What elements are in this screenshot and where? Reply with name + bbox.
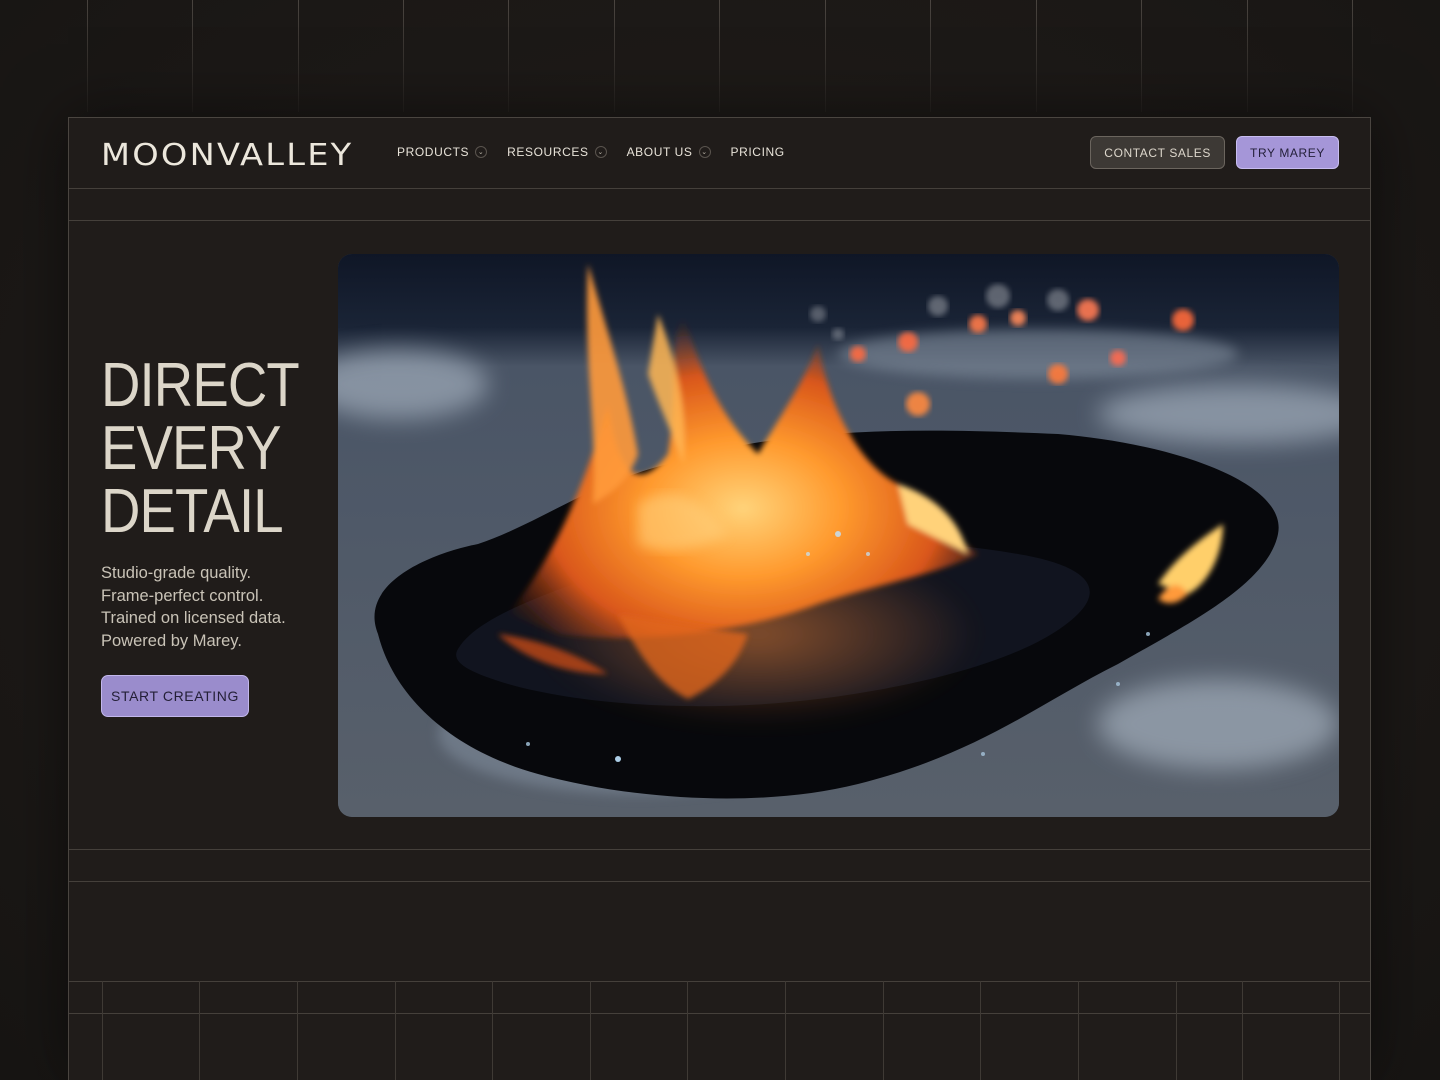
hero-subtitle-line: Powered by Marey. bbox=[101, 631, 242, 650]
nav-item-products[interactable]: PRODUCTS ⌄ bbox=[397, 145, 488, 159]
hero-title: DIRECT EVERY DETAIL bbox=[101, 351, 300, 546]
hero-video[interactable] bbox=[338, 254, 1339, 817]
nav-actions: CONTACT SALES TRY MAREY bbox=[1090, 136, 1339, 169]
nav-item-pricing[interactable]: PRICING bbox=[731, 145, 785, 159]
contact-sales-button[interactable]: CONTACT SALES bbox=[1090, 136, 1226, 169]
hero-subtitle-line: Frame-perfect control. bbox=[101, 586, 264, 605]
page: MOONVALLEY PRODUCTS ⌄ RESOURCES ⌄ ABOUT … bbox=[0, 0, 1440, 1080]
chevron-down-icon: ⌄ bbox=[594, 146, 607, 158]
nav-item-resources[interactable]: RESOURCES ⌄ bbox=[507, 145, 607, 159]
chevron-down-icon: ⌄ bbox=[475, 146, 488, 158]
divider bbox=[69, 881, 1370, 882]
hero-subtitle: Studio-grade quality. Frame-perfect cont… bbox=[101, 562, 286, 652]
hero-subtitle-line: Studio-grade quality. bbox=[101, 564, 252, 582]
background-grid-top bbox=[0, 0, 1440, 118]
nav-item-label: RESOURCES bbox=[507, 145, 589, 159]
navbar: MOONVALLEY PRODUCTS ⌄ RESOURCES ⌄ ABOUT … bbox=[69, 118, 1370, 188]
divider bbox=[69, 220, 1370, 221]
hero-title-line: DETAIL bbox=[101, 477, 284, 546]
nav-item-about-us[interactable]: ABOUT US ⌄ bbox=[627, 145, 711, 159]
hero-title-line: EVERY bbox=[101, 414, 281, 483]
hero-title-line: DIRECT bbox=[101, 351, 300, 420]
divider bbox=[69, 849, 1370, 850]
main-frame: MOONVALLEY PRODUCTS ⌄ RESOURCES ⌄ ABOUT … bbox=[68, 117, 1371, 1080]
hero-subtitle-line: Trained on licensed data. bbox=[101, 609, 286, 627]
main-menu: PRODUCTS ⌄ RESOURCES ⌄ ABOUT US ⌄ PRICIN… bbox=[397, 145, 785, 159]
nav-item-label: PRICING bbox=[730, 145, 785, 159]
try-marey-button[interactable]: TRY MAREY bbox=[1236, 136, 1339, 169]
background-grid-bottom bbox=[69, 981, 1370, 1080]
divider bbox=[69, 188, 1370, 189]
nav-item-label: ABOUT US bbox=[626, 145, 693, 159]
start-creating-button[interactable]: START CREATING bbox=[101, 675, 249, 717]
brand-logo[interactable]: MOONVALLEY bbox=[101, 138, 353, 173]
nav-item-label: PRODUCTS bbox=[397, 145, 470, 159]
fire-on-ice-video-frame bbox=[338, 254, 1339, 817]
chevron-down-icon: ⌄ bbox=[698, 146, 711, 158]
